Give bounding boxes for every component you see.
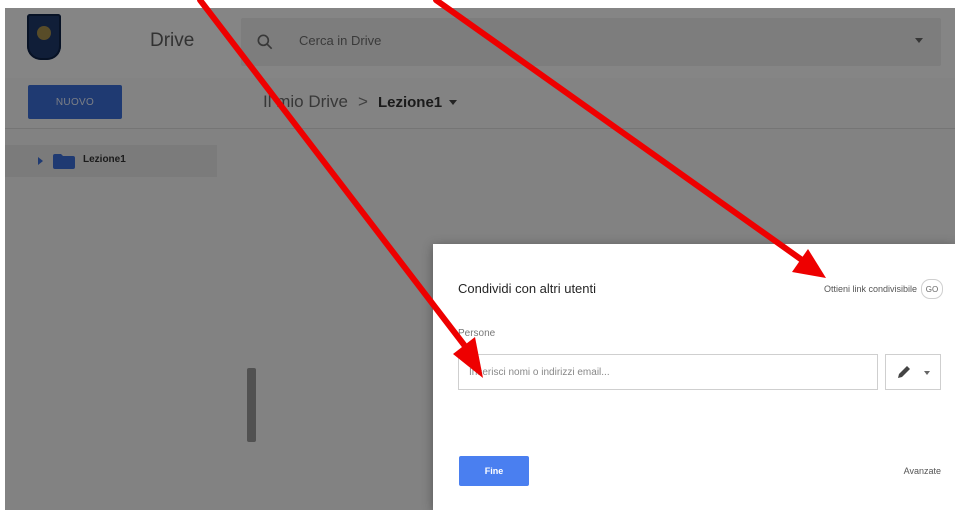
chevron-down-icon: [924, 371, 930, 375]
advanced-link[interactable]: Avanzate: [904, 466, 941, 476]
people-input-placeholder: Inserisci nomi o indirizzi email...: [469, 367, 610, 378]
drive-window: Drive Cerca in Drive NUOVO Il mio Drive …: [5, 8, 955, 510]
permission-dropdown[interactable]: [885, 354, 941, 390]
get-shareable-link-button[interactable]: Ottieni link condivisibile: [824, 284, 917, 294]
done-button[interactable]: Fine: [459, 456, 529, 486]
people-input[interactable]: Inserisci nomi o indirizzi email...: [458, 354, 878, 390]
share-dialog: Condividi con altri utenti Ottieni link …: [433, 244, 955, 510]
people-label: Persone: [458, 328, 496, 339]
pencil-icon: [898, 366, 910, 378]
link-toggle-icon[interactable]: GO: [921, 279, 943, 299]
dialog-title: Condividi con altri utenti: [458, 281, 597, 296]
